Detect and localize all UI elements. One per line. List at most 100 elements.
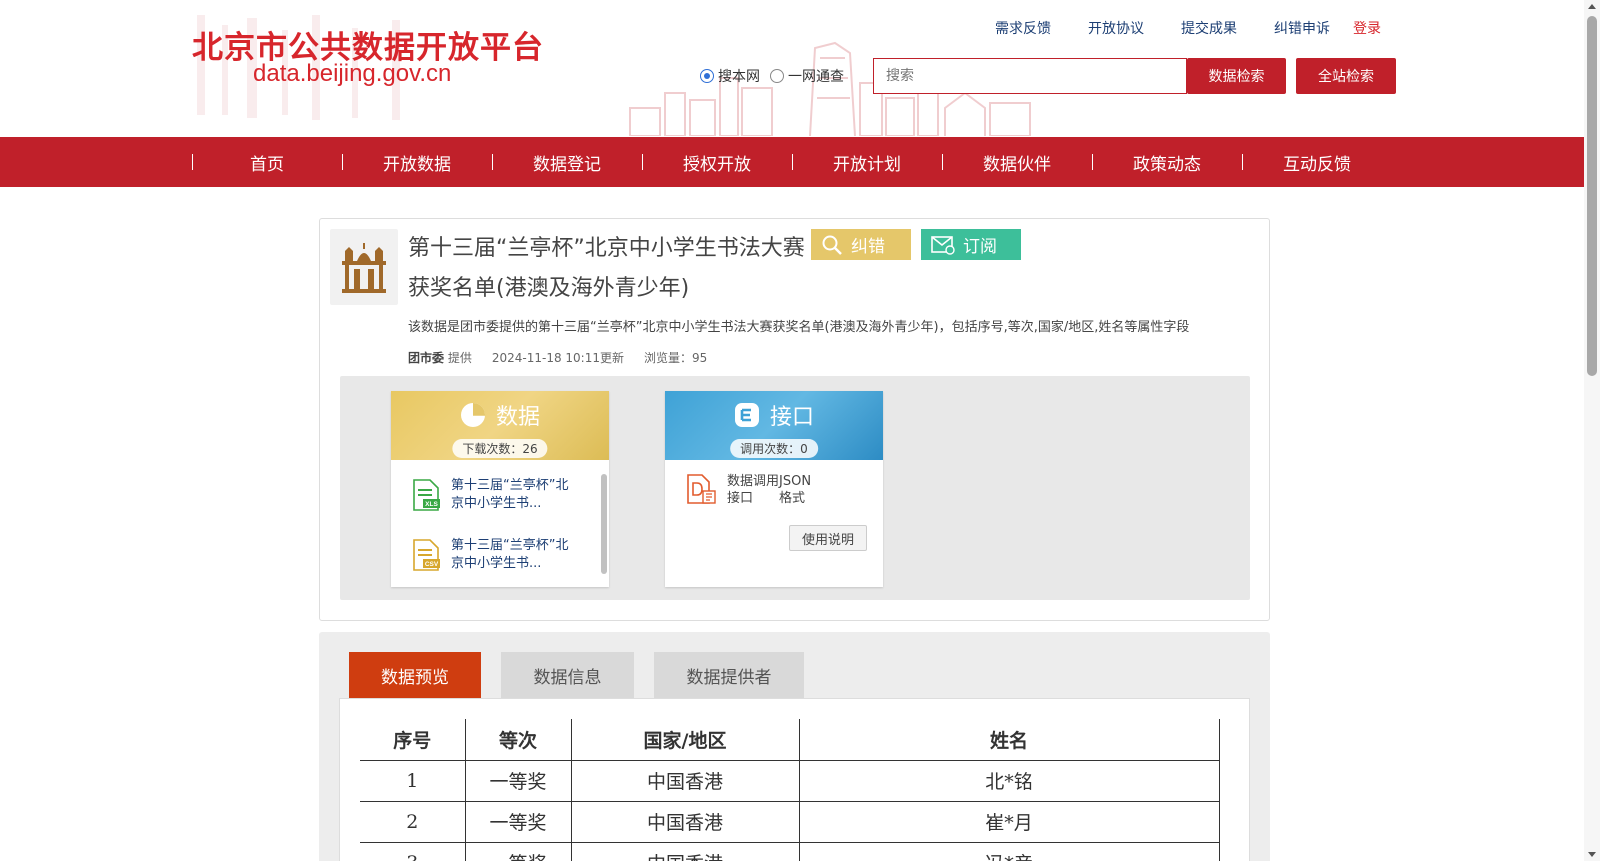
top-links: 需求反馈 开放协议 提交成果 纠错申诉 登录	[995, 18, 1381, 38]
tab-data-preview[interactable]: 数据预览	[349, 652, 481, 698]
svg-text:XLS: XLS	[425, 501, 438, 508]
tab-data-info[interactable]: 数据信息	[501, 652, 634, 698]
dataset-description: 该数据是团市委提供的第十三届“兰亭杯”北京中小学生书法大赛获奖名单(港澳及海外青…	[408, 320, 1190, 335]
cell-rank: 一等奖	[465, 760, 572, 802]
api-icon	[734, 403, 759, 427]
provider-suffix: 提供	[447, 351, 472, 365]
nav-data-partners[interactable]: 数据伙伴	[942, 137, 1092, 187]
header-rank: 等次	[465, 719, 572, 761]
file-item-xls[interactable]: XLS 第十三届“兰亭杯”北京中小学生书...	[411, 477, 571, 513]
api-resource-title: 接口	[665, 399, 883, 431]
open-agreement-link[interactable]: 开放协议	[1088, 18, 1144, 38]
page-scrollbar[interactable]	[1584, 0, 1600, 861]
site-header: 北京市公共数据开放平台 data.beijing.gov.cn 需求反馈 开放协…	[0, 0, 1584, 136]
page-scroll-thumb[interactable]	[1587, 16, 1597, 376]
cell-region: 中国香港	[571, 842, 800, 861]
scroll-up-arrow-icon[interactable]	[1588, 4, 1596, 9]
api-resource-title-text: 接口	[769, 405, 814, 430]
table-row: 1 一等奖 中国香港 北*铭	[360, 760, 1220, 802]
page: 北京市公共数据开放平台 data.beijing.gov.cn 需求反馈 开放协…	[0, 0, 1600, 861]
search-scope-radio-group: 搜本网 一网通查	[700, 66, 854, 86]
file-list-scrollbar[interactable]	[601, 466, 607, 584]
dataset-updated-time: 2024-11-18 10:11更新	[491, 351, 624, 365]
header-region: 国家/地区	[571, 719, 800, 761]
api-format-label: JSON格式	[779, 474, 812, 506]
site-url[interactable]: data.beijing.gov.cn	[253, 60, 451, 88]
data-resource-title-text: 数据	[495, 405, 540, 430]
xls-file-name[interactable]: 第十三届“兰亭杯”北京中小学生书...	[451, 477, 571, 513]
pie-chart-icon	[460, 403, 485, 427]
correction-appeal-link[interactable]: 纠错申诉	[1274, 18, 1330, 38]
file-item-csv[interactable]: CSV 第十三届“兰亭杯”北京中小学生书...	[411, 537, 571, 573]
dataset-detail-section: 数据预览 数据信息 数据提供者 序号 等次 国家/地区 姓名 1 一等奖 中国香…	[319, 632, 1270, 861]
search-input[interactable]	[873, 58, 1187, 94]
nav-interactive-feedback[interactable]: 互动反馈	[1242, 137, 1392, 187]
dataset-meta: 团市委 提供 2024-11-18 10:11更新 浏览量：95	[408, 349, 727, 366]
cell-index: 3	[360, 842, 466, 861]
cell-rank: 一等奖	[465, 842, 572, 861]
site-search-button[interactable]: 全站检索	[1296, 58, 1396, 94]
svg-text:CSV: CSV	[425, 561, 439, 568]
api-resource-card: 接口 调用次数：0 数据调用接口 JSON格式 使用说明	[665, 391, 883, 587]
scope-unified-radio[interactable]: 一网通查	[770, 66, 844, 86]
file-list-scroll-thumb[interactable]	[601, 474, 607, 574]
scope-unified-label: 一网通查	[788, 69, 844, 85]
api-document-icon	[687, 474, 716, 504]
cell-rank: 一等奖	[465, 801, 572, 843]
nav-authorized-open[interactable]: 授权开放	[642, 137, 792, 187]
main-nav: 首页 开放数据 数据登记 授权开放 开放计划 数据伙伴 政策动态 互动反馈	[0, 137, 1584, 187]
nav-data-registration[interactable]: 数据登记	[492, 137, 642, 187]
cell-index: 1	[360, 760, 466, 802]
download-count: 下载次数：26	[452, 439, 548, 458]
cell-region: 中国香港	[571, 760, 800, 802]
data-preview-panel: 序号 等次 国家/地区 姓名 1 一等奖 中国香港 北*铭 2 一等奖 中国香港…	[339, 698, 1250, 861]
nav-home[interactable]: 首页	[192, 137, 342, 187]
dataset-title: 第十三届“兰亭杯”北京中小学生书法大赛 获奖名单(港澳及海外青少年)	[408, 229, 808, 309]
data-resource-title: 数据	[391, 399, 609, 431]
data-resource-card: 数据 下载次数：26 XLS 第十三届“兰亭杯”北京中小学生书... CSV 第…	[391, 391, 609, 587]
table-row: 3 一等奖 中国香港 冯*彦	[360, 842, 1220, 861]
cell-index: 2	[360, 801, 466, 843]
scope-this-site-radio[interactable]: 搜本网	[700, 66, 760, 86]
dataset-title-line2: 获奖名单(港澳及海外青少年)	[408, 276, 690, 301]
header-name: 姓名	[799, 719, 1220, 761]
api-item-text: 数据调用接口 JSON格式	[727, 473, 823, 507]
subscribe-button[interactable]: 订阅	[921, 229, 1021, 260]
usage-instructions-button[interactable]: 使用说明	[789, 525, 867, 551]
radio-checked-icon	[700, 69, 714, 83]
preview-table: 序号 等次 国家/地区 姓名 1 一等奖 中国香港 北*铭 2 一等奖 中国香港…	[360, 719, 1220, 861]
scope-this-site-label: 搜本网	[718, 69, 760, 85]
table-header-row: 序号 等次 国家/地区 姓名	[360, 719, 1220, 761]
login-link[interactable]: 登录	[1353, 18, 1381, 38]
mail-icon	[931, 235, 955, 255]
cell-name: 崔*月	[799, 801, 1220, 843]
csv-file-name[interactable]: 第十三届“兰亭杯”北京中小学生书...	[451, 537, 571, 573]
api-call-label: 数据调用接口	[727, 474, 780, 506]
report-error-button[interactable]: 纠错	[811, 229, 911, 260]
data-resource-header: 数据 下载次数：26	[391, 391, 609, 460]
magnifier-icon	[822, 235, 842, 255]
nav-open-plan[interactable]: 开放计划	[792, 137, 942, 187]
report-error-label: 纠错	[851, 237, 885, 257]
tab-data-provider[interactable]: 数据提供者	[654, 652, 804, 698]
csv-file-icon: CSV	[413, 539, 440, 571]
table-row: 2 一等奖 中国香港 崔*月	[360, 801, 1220, 843]
xls-file-icon: XLS	[413, 479, 440, 511]
nav-policy-news[interactable]: 政策动态	[1092, 137, 1242, 187]
dataset-provider: 团市委 提供	[408, 349, 472, 366]
dataset-view-count: 浏览量：95	[644, 351, 708, 365]
subscribe-label: 订阅	[963, 237, 997, 257]
culture-category-icon	[330, 229, 398, 305]
provider-name: 团市委	[408, 351, 445, 365]
data-search-button[interactable]: 数据检索	[1187, 58, 1286, 94]
header-index: 序号	[360, 719, 466, 761]
submit-results-link[interactable]: 提交成果	[1181, 18, 1237, 38]
call-count: 调用次数：0	[730, 439, 818, 458]
nav-open-data[interactable]: 开放数据	[342, 137, 492, 187]
cell-name: 冯*彦	[799, 842, 1220, 861]
scroll-down-arrow-icon[interactable]	[1588, 852, 1596, 857]
demand-feedback-link[interactable]: 需求反馈	[995, 18, 1051, 38]
api-resource-header: 接口 调用次数：0	[665, 391, 883, 460]
api-item[interactable]: 数据调用接口 JSON格式	[685, 473, 823, 507]
resources-panel: 数据 下载次数：26 XLS 第十三届“兰亭杯”北京中小学生书... CSV 第…	[340, 376, 1250, 600]
